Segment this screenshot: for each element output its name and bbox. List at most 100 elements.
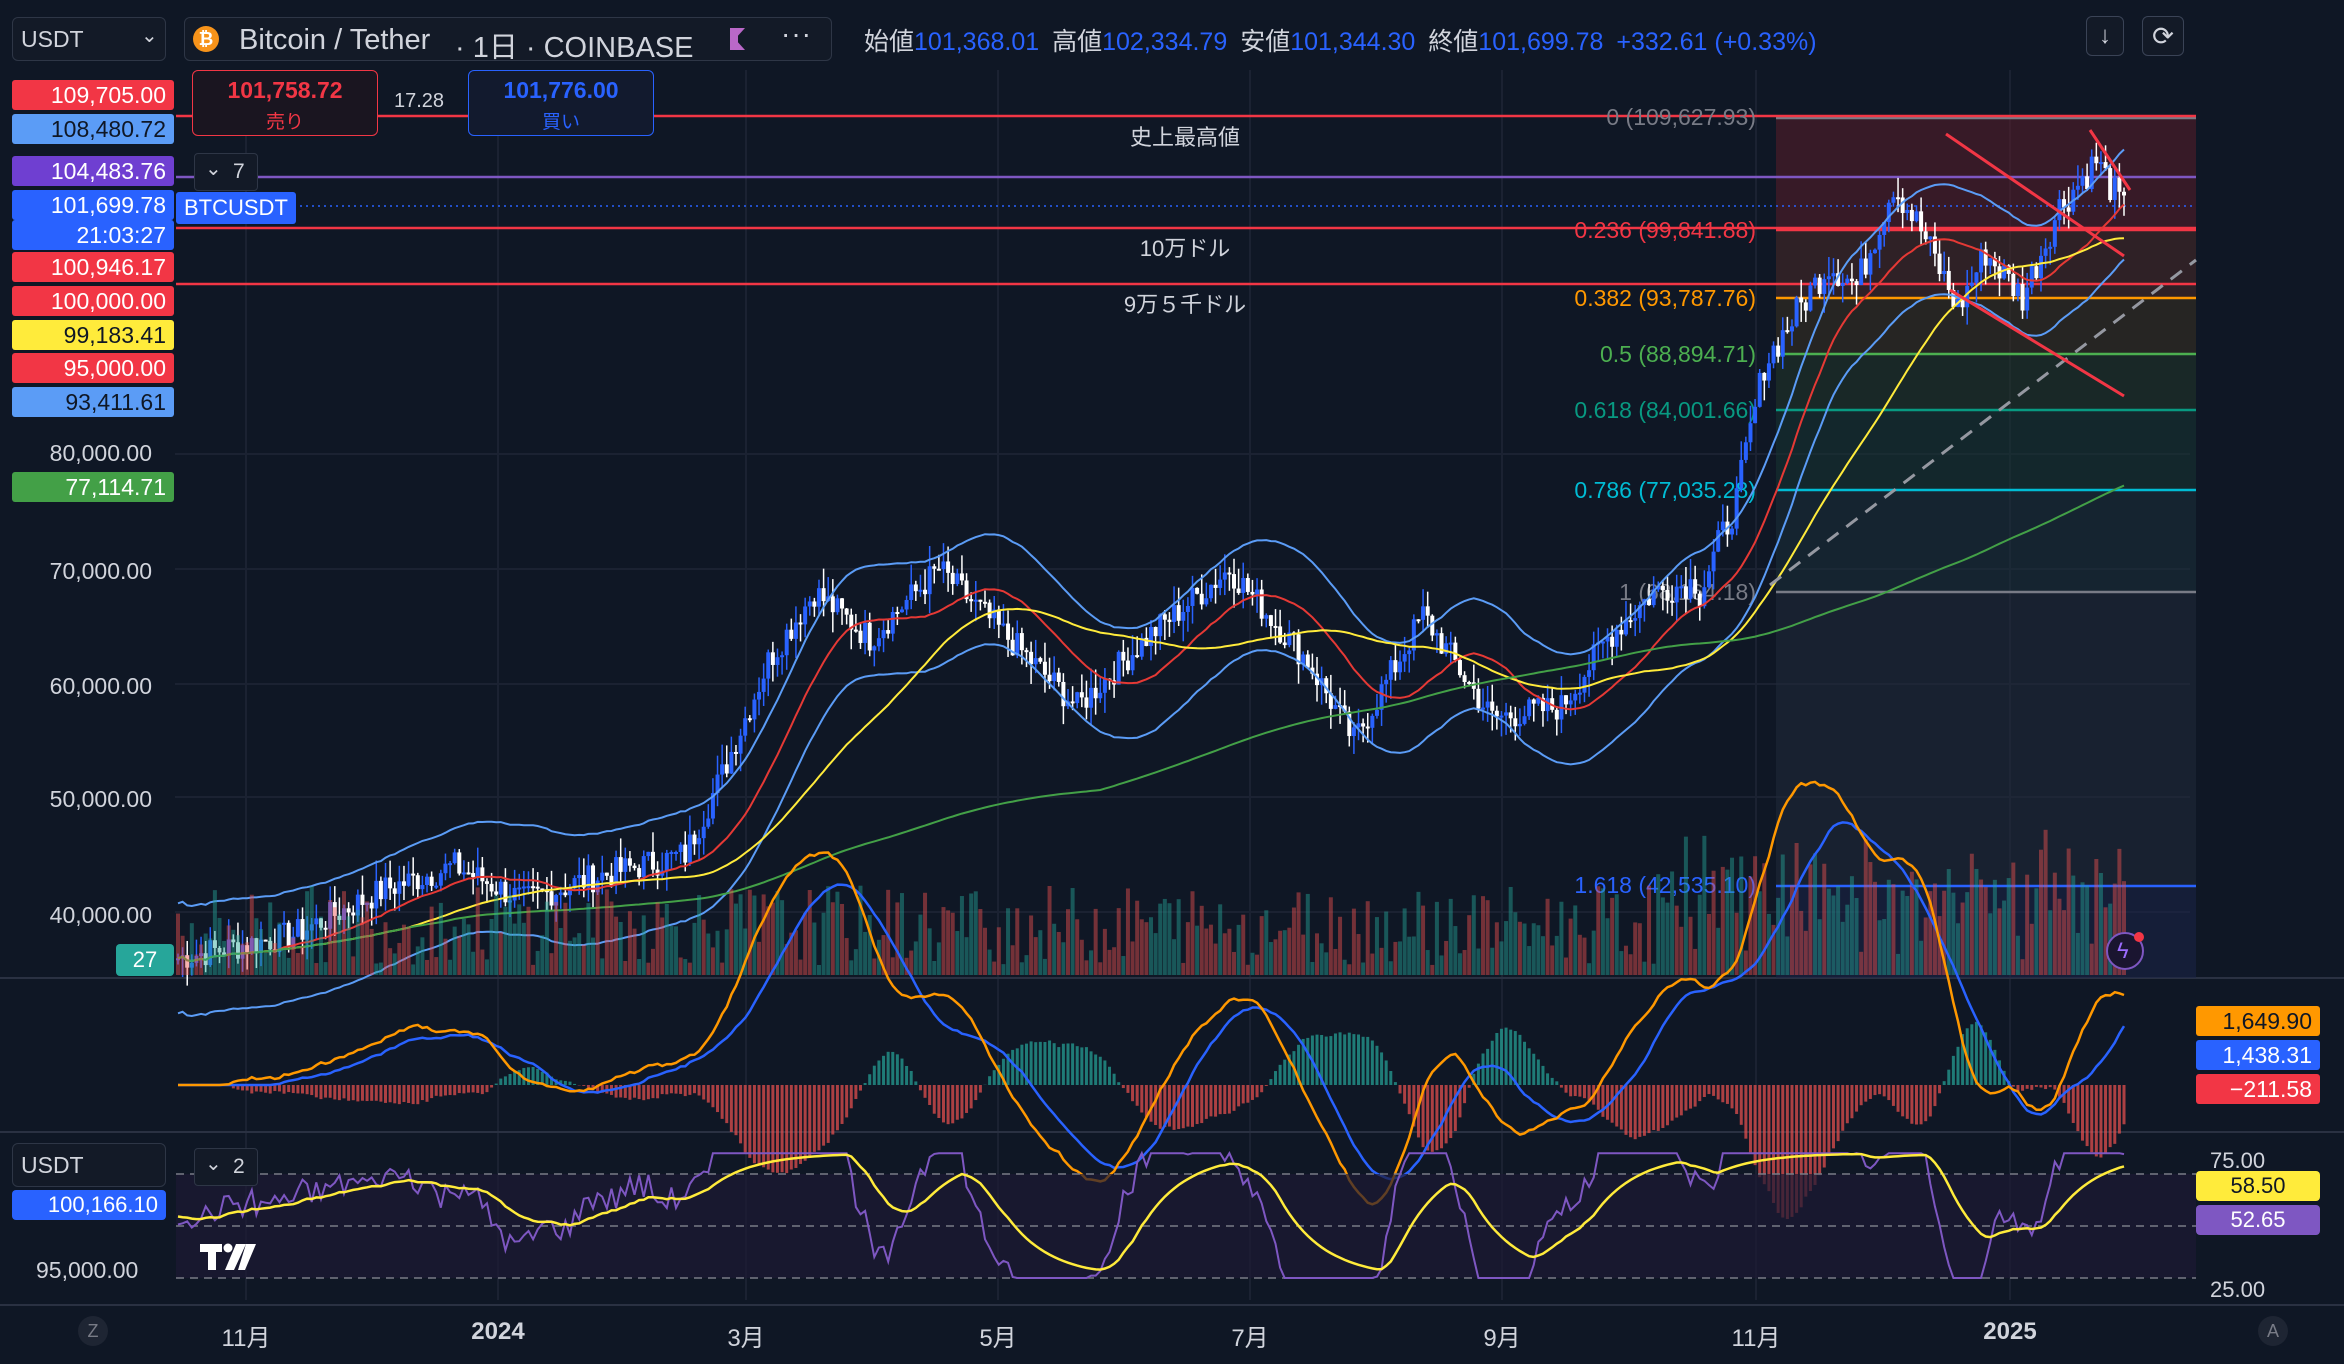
refresh-button[interactable]: ⟳ bbox=[2142, 16, 2184, 56]
volume-bar bbox=[2011, 862, 2016, 975]
macd-hist-bar bbox=[1306, 1037, 1310, 1085]
macd-hist-bar bbox=[683, 1085, 687, 1097]
macd-hist-bar bbox=[1324, 1036, 1328, 1085]
volume-bar bbox=[715, 930, 720, 975]
macd-hist-bar bbox=[1214, 1085, 1218, 1117]
volume-bar bbox=[475, 887, 480, 975]
candle-body bbox=[701, 826, 706, 839]
macd-hist-bar bbox=[2099, 1085, 2103, 1158]
macd-hist-bar bbox=[1532, 1053, 1536, 1085]
macd-hist-bar bbox=[1716, 1085, 1720, 1100]
candle-body bbox=[1849, 278, 1854, 282]
macd-hist-bar bbox=[1933, 1085, 1937, 1107]
zoom-corner-left[interactable]: Z bbox=[78, 1316, 108, 1346]
macd-hist-bar bbox=[1140, 1085, 1144, 1113]
macd-hist-bar bbox=[314, 1085, 318, 1098]
candle-body bbox=[452, 852, 457, 864]
time-axis[interactable]: 11月 2024 3月 5月 7月 9月 11月 2025 bbox=[0, 1314, 2344, 1352]
macd-hist-bar bbox=[1679, 1085, 1683, 1116]
volume-bar bbox=[1075, 919, 1080, 975]
volume-bar bbox=[1596, 886, 1601, 975]
volume-bar bbox=[2048, 910, 2053, 975]
line-100k-label: 10万ドル bbox=[1140, 236, 1230, 261]
macd-hist-bar bbox=[277, 1085, 281, 1092]
candle-body bbox=[1914, 211, 1919, 222]
macd-hist-bar bbox=[1223, 1085, 1227, 1115]
candle-body bbox=[1619, 629, 1624, 635]
legend-toggle[interactable]: ⌄ 7 bbox=[194, 153, 258, 191]
candle-body bbox=[1854, 281, 1859, 286]
volume-bar bbox=[1038, 930, 1043, 975]
candle-body bbox=[1919, 211, 1924, 232]
macd-hist-bar bbox=[347, 1085, 351, 1101]
macd-hist-bar bbox=[388, 1085, 392, 1103]
volume-bar bbox=[1305, 893, 1310, 975]
volume-bar bbox=[655, 902, 660, 975]
volume-bar bbox=[2062, 910, 2067, 975]
candle-body bbox=[1061, 681, 1066, 707]
macd-hist-bar bbox=[868, 1074, 872, 1085]
volume-bar bbox=[1637, 923, 1642, 975]
volume-bar bbox=[996, 927, 1001, 975]
more-icon[interactable]: ··· bbox=[781, 18, 812, 50]
macd-hist-bar bbox=[665, 1085, 669, 1095]
candle-body bbox=[803, 606, 808, 625]
download-button[interactable]: ↓ bbox=[2086, 16, 2124, 56]
macd-hist-bar bbox=[1813, 1085, 1817, 1185]
volume-bar bbox=[1453, 926, 1458, 975]
sell-button[interactable]: 101,758.72 売り bbox=[192, 70, 378, 136]
macd-hist-bar bbox=[2080, 1085, 2084, 1141]
candle-body bbox=[323, 927, 328, 930]
volume-bar bbox=[1361, 962, 1366, 975]
macd-hist-bar bbox=[799, 1085, 803, 1164]
candle-body bbox=[1102, 678, 1107, 693]
lower-legend-toggle[interactable]: ⌄ 2 bbox=[194, 1148, 258, 1186]
lower-currency-selector[interactable]: USDT bbox=[12, 1143, 166, 1187]
candle-body bbox=[1891, 197, 1896, 203]
price-scale-label: 40,000.00 bbox=[49, 902, 152, 928]
fib-label-1: 0.236 (99,841.88) bbox=[1574, 217, 1756, 243]
volume-bar bbox=[1467, 915, 1472, 975]
low-label: 安値 bbox=[1240, 28, 1291, 56]
macd-hist-bar bbox=[1523, 1041, 1527, 1085]
candle-body bbox=[1006, 623, 1011, 640]
volume-bar bbox=[747, 889, 752, 975]
buy-button[interactable]: 101,776.00 買い bbox=[468, 70, 654, 136]
candle-body bbox=[761, 678, 766, 692]
symbol-box[interactable]: ₿ Bitcoin / Tether · 1日 · COINBASE ··· bbox=[184, 17, 832, 64]
candle-body bbox=[1942, 270, 1947, 274]
macd-scale[interactable]: 1,649.90 1,438.31 −211.58 bbox=[2190, 1000, 2340, 1110]
macd-hist-bar bbox=[1246, 1085, 1250, 1103]
candle-body bbox=[1218, 579, 1223, 588]
volume-bar bbox=[863, 931, 868, 975]
macd-hist-bar bbox=[1380, 1052, 1384, 1085]
price-scale[interactable]: 109,705.00 108,480.72 104,483.76 101,699.78… bbox=[0, 0, 180, 980]
macd-hist-bar bbox=[2053, 1085, 2057, 1090]
macd-hist-bar bbox=[969, 1085, 973, 1109]
main-chart[interactable]: 史上最高値 10万ドル 9万５千ドル 0 (109,627.93) 0.236 (99,… bbox=[0, 0, 2344, 1364]
macd-hist-bar bbox=[1384, 1060, 1388, 1085]
volume-bar bbox=[489, 918, 494, 975]
candle-body bbox=[2066, 207, 2071, 212]
lightning-button[interactable]: ϟ bbox=[2106, 932, 2144, 970]
candle-body bbox=[1176, 605, 1181, 621]
volume-bar bbox=[2052, 872, 2057, 975]
volume-bar bbox=[1845, 904, 1850, 975]
candle-body bbox=[438, 873, 443, 886]
macd-hist-bar bbox=[1689, 1085, 1693, 1109]
macd-hist-bar bbox=[1347, 1032, 1351, 1085]
macd-hist-bar bbox=[476, 1085, 480, 1093]
auto-scale-button[interactable]: A bbox=[2258, 1316, 2288, 1346]
volume-bar bbox=[1679, 926, 1684, 975]
symbol-title: Bitcoin / Tether bbox=[239, 24, 431, 56]
volume-bar bbox=[1531, 923, 1536, 975]
candle-body bbox=[959, 573, 964, 581]
macd-hist-bar bbox=[1827, 1085, 1831, 1157]
volume-bar bbox=[392, 953, 397, 975]
volume-bar bbox=[549, 953, 554, 975]
volume-bar bbox=[1250, 952, 1255, 975]
volume-bar bbox=[1162, 898, 1167, 975]
candle-body bbox=[1056, 672, 1061, 682]
macd-hist-bar bbox=[342, 1085, 346, 1099]
macd-hist-bar bbox=[1218, 1085, 1222, 1115]
